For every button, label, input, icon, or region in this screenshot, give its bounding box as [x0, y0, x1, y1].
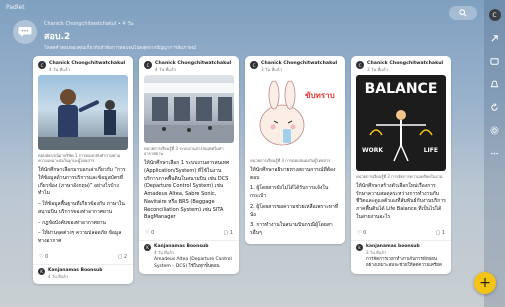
- slideshow-icon[interactable]: [489, 55, 501, 67]
- top-bar: Padlet: [0, 0, 484, 15]
- post-caption: หน่วยการเรียนรู้ที่ 3 การตอบสนองกับผู้โด…: [250, 157, 331, 163]
- remake-icon[interactable]: [489, 101, 501, 113]
- board-description: โหลดคำตอบของคุณเกี่ยวกับหัวข้อการสอบจนไป…: [44, 46, 196, 51]
- post-text: – ให้ผ่านจุดต่างๆ ความปลอดภัย ข้อมูลทางอ…: [38, 230, 122, 245]
- column-1: C Chanick Chongchitwatchakul 4 วัน ที่แล…: [33, 56, 133, 307]
- comment: k kanjanamas boonsub 3 วัน ที่แล้ว การจั…: [351, 239, 451, 274]
- post-author: Chanick Chongchitwatchakul: [261, 61, 338, 66]
- like-button[interactable]: ♡ 0: [357, 230, 366, 236]
- add-post-button[interactable]: +: [474, 272, 496, 294]
- comment: K Kanjanamas Boonsub 4 วัน ที่แล้ว: [33, 263, 133, 284]
- post-text: 1. ผู้โดยสารยังไม่ได้ได้รับการแจ้งในกระเ…: [250, 185, 329, 200]
- comment-text: Amadeus Altea (Departure Control System …: [154, 257, 232, 269]
- post-image[interactable]: BALANCE WORK LIFE: [356, 74, 446, 171]
- post-caption: ตอบมัยกรณ์มาบริษัท 1 การตอบกลับคำถามตามค…: [38, 152, 121, 163]
- like-count: 0: [45, 253, 49, 260]
- post-body: ให้นักศึกษาสร้างตัวเลือกใหม่เรื่องการรัก…: [351, 180, 451, 228]
- board-meta: Chanick Chongchitwatchakul • 4 วัน: [44, 21, 134, 27]
- post-card[interactable]: C Chanick Chongchitwatchakul 3 วัน ที่แล…: [351, 56, 451, 274]
- sticker-text: ขับทราบ: [305, 90, 335, 100]
- search-icon: [459, 9, 467, 17]
- right-toolbar: C: [484, 0, 505, 307]
- avatar: K: [144, 244, 151, 252]
- post-text: ให้นักศึกษาอธิบายทางสถานการณ์ที่ต้องตอบ: [250, 166, 336, 181]
- like-count: 0: [363, 229, 367, 236]
- post-card[interactable]: C Chanick Chongchitwatchakul 4 วัน ที่แล…: [33, 56, 133, 284]
- post-actions: ♡ 0 ▢ 1: [139, 228, 239, 240]
- share-icon[interactable]: [489, 32, 501, 44]
- banner-right: LIFE: [423, 146, 438, 154]
- comment-time: 4 วัน ที่แล้ว: [154, 250, 174, 256]
- banner-left: WORK: [362, 146, 383, 154]
- post-time: 4 วัน ที่แล้ว: [155, 66, 176, 72]
- settings-gear-icon[interactable]: [489, 124, 501, 136]
- board-title: สอบ.2: [44, 32, 71, 42]
- post-author: Chanick Chongchitwatchakul: [367, 61, 444, 66]
- column-4: C Chanick Chongchitwatchakul 3 วัน ที่แล…: [351, 56, 451, 307]
- comment-count: 1: [441, 229, 445, 236]
- post-image[interactable]: ขับทราบ: [250, 74, 340, 155]
- column-2: C Chanick Chongchitwatchakul 4 วัน ที่แล…: [139, 56, 239, 307]
- post-time: 3 วัน ที่แล้ว: [261, 66, 282, 72]
- plus-icon: +: [479, 275, 491, 291]
- comment-text: การจัดการเวลาทำงานกับการพักผ่อนอย่างเหมา…: [366, 256, 442, 269]
- post-text: – ให้ข้อมูลพื้นฐานที่เกี่ยวข้องกับ ภาษาใ…: [38, 201, 125, 215]
- post-body: ให้นักศึกษาอธิบายทางสถานการณ์ที่ต้องตอบ …: [245, 164, 345, 244]
- avatar: C: [356, 61, 364, 69]
- like-button[interactable]: ♡ 0: [145, 230, 154, 236]
- comment-button[interactable]: ▢ 1: [435, 230, 445, 236]
- avatar: C: [38, 61, 46, 69]
- post-body: ให้นักศึกษาเลือกมาบอกเล่าเกี่ยวกับ “การใ…: [33, 164, 133, 252]
- post-actions: ♡ 0 ▢ 1: [351, 228, 451, 240]
- post-text: 2. ผู้โดยสารขอความช่วยเหลือเพราะหาที่นั่…: [250, 203, 339, 218]
- post-text: – กฎข้อบังคับของท่าอากาศยาน: [38, 219, 106, 226]
- comment: K Kanjanamas Boonsub 4 วัน ที่แล้ว Amade…: [139, 240, 239, 274]
- post-text: ให้นักศึกษาเลือกมาบอกเล่าเกี่ยวกับ “การใ…: [38, 167, 126, 197]
- post-image[interactable]: [144, 74, 234, 143]
- app-title[interactable]: Padlet: [6, 4, 25, 11]
- avatar: C: [250, 61, 258, 69]
- post-card[interactable]: C Chanick Chongchitwatchakul 4 วัน ที่แล…: [139, 56, 239, 275]
- comment-count: 2: [123, 253, 127, 260]
- post-text: ให้นักศึกษาสร้างตัวเลือกใหม่เรื่องการรัก…: [356, 182, 446, 220]
- post-image[interactable]: [38, 74, 128, 150]
- chat-bubble-icon: [13, 20, 37, 44]
- board-header: Chanick Chongchitwatchakul • 4 วัน สอบ.2…: [13, 20, 473, 51]
- activity-icon[interactable]: [489, 78, 501, 90]
- user-avatar[interactable]: C: [488, 9, 501, 21]
- avatar: C: [144, 61, 152, 69]
- column-3: C Chanick Chongchitwatchakul 3 วัน ที่แล…: [245, 56, 345, 307]
- post-author: Chanick Chongchitwatchakul: [155, 61, 232, 66]
- post-body: ให้นักศึกษาเลือก 1 ระบบงานสารสนเทศ (Appl…: [139, 157, 239, 228]
- more-icon[interactable]: [489, 147, 501, 159]
- post-caption: หน่วยการเรียนรู้ที่ 3 ระบบงานสารสนเทศในท…: [144, 145, 224, 156]
- avatar: k: [356, 243, 363, 251]
- post-actions: ♡ 0 ▢ 2: [33, 252, 133, 264]
- search-button[interactable]: [449, 6, 477, 20]
- comment-button[interactable]: ▢ 1: [223, 230, 233, 236]
- post-text: 3. การทำงานในสนามบินกรณีผู้โดยสารอื่นๆ: [250, 222, 333, 237]
- post-author: Chanick Chongchitwatchakul: [49, 61, 126, 66]
- comment-time: 3 วัน ที่แล้ว: [366, 249, 386, 255]
- avatar: K: [38, 267, 45, 275]
- comment-button[interactable]: ▢ 2: [117, 254, 127, 260]
- like-count: 0: [151, 230, 155, 237]
- post-time: 3 วัน ที่แล้ว: [367, 66, 388, 72]
- post-time: 4 วัน ที่แล้ว: [49, 66, 70, 72]
- post-card[interactable]: C Chanick Chongchitwatchakul 3 วัน ที่แล…: [245, 56, 345, 244]
- like-button[interactable]: ♡ 0: [39, 254, 48, 260]
- comment-count: 1: [229, 230, 233, 237]
- post-text: ให้นักศึกษาเลือก 1 ระบบงานสารสนเทศ (Appl…: [144, 160, 230, 221]
- post-caption: หน่วยการเรียนรู้ที่ 2 การจัดการความเครีย…: [356, 173, 443, 179]
- comment-time: 4 วัน ที่แล้ว: [48, 273, 68, 279]
